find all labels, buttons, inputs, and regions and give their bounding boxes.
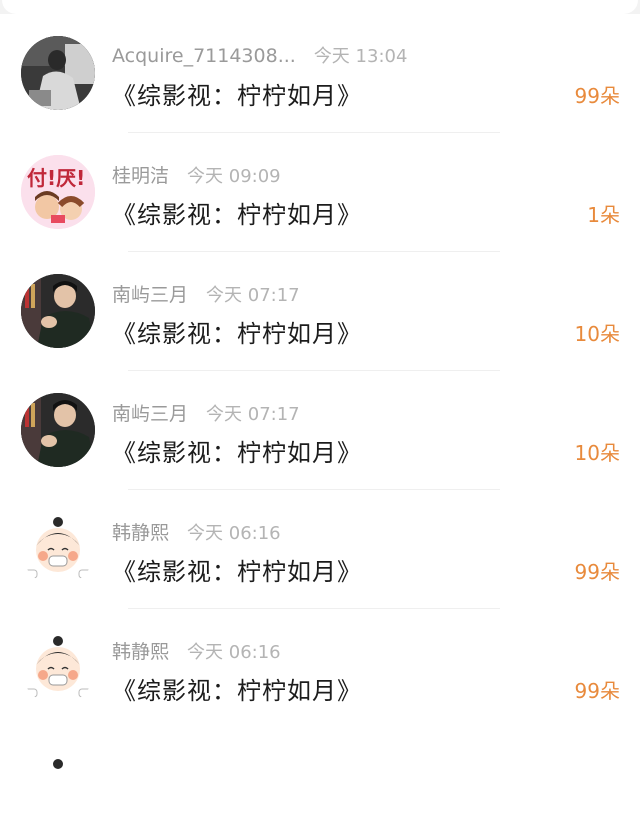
username-line: Acquire_7114308... 今天 13:04 <box>112 42 407 68</box>
book-title[interactable]: 《综影视：柠柠如月》 <box>112 433 362 468</box>
timestamp: 今天 06:16 <box>187 523 281 544</box>
avatar[interactable] <box>21 393 95 467</box>
book-title[interactable]: 《综影视：柠柠如月》 <box>112 195 362 230</box>
svg-text:付!厌!: 付!厌! <box>27 166 85 190</box>
man-photo-avatar-icon <box>21 393 95 467</box>
timestamp: 今天 07:17 <box>206 404 300 425</box>
gift-list: Acquire_7114308... 今天 13:04 《综影视：柠柠如月》 99… <box>0 14 640 830</box>
avatar[interactable] <box>21 274 95 348</box>
avatar[interactable] <box>21 36 95 110</box>
list-item[interactable]: 南屿三月 今天 07:17 《综影视：柠柠如月》 10朵 <box>0 252 640 371</box>
book-title[interactable]: 《综影视：柠柠如月》 <box>112 552 362 587</box>
flower-count: 10朵 <box>574 322 620 346</box>
flower-count: 99朵 <box>574 560 620 584</box>
username-line: 南屿三月 今天 07:17 <box>112 280 300 307</box>
flower-count: 1朵 <box>587 203 620 227</box>
cartoon-girl-avatar-icon <box>21 756 95 830</box>
username-line: 韩静熙 今天 06:16 <box>112 637 281 664</box>
flower-count: 99朵 <box>574 679 620 703</box>
username[interactable]: 桂明洁 <box>112 165 169 187</box>
username[interactable]: 韩静熙 <box>112 641 169 663</box>
list-item[interactable]: 韩静熙 今天 06:16 《综影视：柠柠如月》 99朵 <box>0 609 640 728</box>
man-photo-avatar-icon <box>21 274 95 348</box>
username[interactable]: Acquire_7114308... <box>112 45 296 67</box>
timestamp: 今天 13:04 <box>313 46 408 67</box>
top-card-edge <box>2 0 638 14</box>
avatar[interactable]: 付!厌! <box>21 155 95 229</box>
username[interactable]: 韩静熙 <box>112 522 169 544</box>
avatar[interactable] <box>21 756 95 830</box>
flower-count: 99朵 <box>574 84 620 108</box>
list-item[interactable]: 南屿三月 今天 07:17 《综影视：柠柠如月》 10朵 <box>0 371 640 490</box>
list-item[interactable]: 付!厌! 桂明洁 今天 09:09 《综影视：柠柠如月》 1朵 <box>0 133 640 252</box>
list-item[interactable]: 韩静熙 今天 06:16 《综影视：柠柠如月》 99朵 <box>0 490 640 609</box>
list-item[interactable]: Acquire_7114308... 今天 13:04 《综影视：柠柠如月》 99… <box>0 14 640 133</box>
avatar[interactable] <box>21 512 95 586</box>
timestamp: 今天 06:16 <box>187 642 281 663</box>
timestamp: 今天 09:09 <box>187 166 281 187</box>
list-item-partial[interactable] <box>0 728 640 830</box>
username-line: 桂明洁 今天 09:09 <box>112 161 281 188</box>
book-title[interactable]: 《综影视：柠柠如月》 <box>112 671 362 706</box>
avatar[interactable] <box>21 631 95 705</box>
dark-photo-avatar-icon <box>21 36 95 110</box>
username[interactable]: 南屿三月 <box>112 403 188 425</box>
book-title[interactable]: 《综影视：柠柠如月》 <box>112 76 362 111</box>
username-line: 南屿三月 今天 07:17 <box>112 399 300 426</box>
pink-cartoon-avatar-icon: 付!厌! <box>21 155 95 229</box>
timestamp: 今天 07:17 <box>206 285 300 306</box>
username-line: 韩静熙 今天 06:16 <box>112 518 281 545</box>
flower-count: 10朵 <box>574 441 620 465</box>
cartoon-girl-avatar-icon <box>21 631 95 705</box>
cartoon-girl-avatar-icon <box>21 512 95 586</box>
username[interactable]: 南屿三月 <box>112 284 188 306</box>
book-title[interactable]: 《综影视：柠柠如月》 <box>112 314 362 349</box>
